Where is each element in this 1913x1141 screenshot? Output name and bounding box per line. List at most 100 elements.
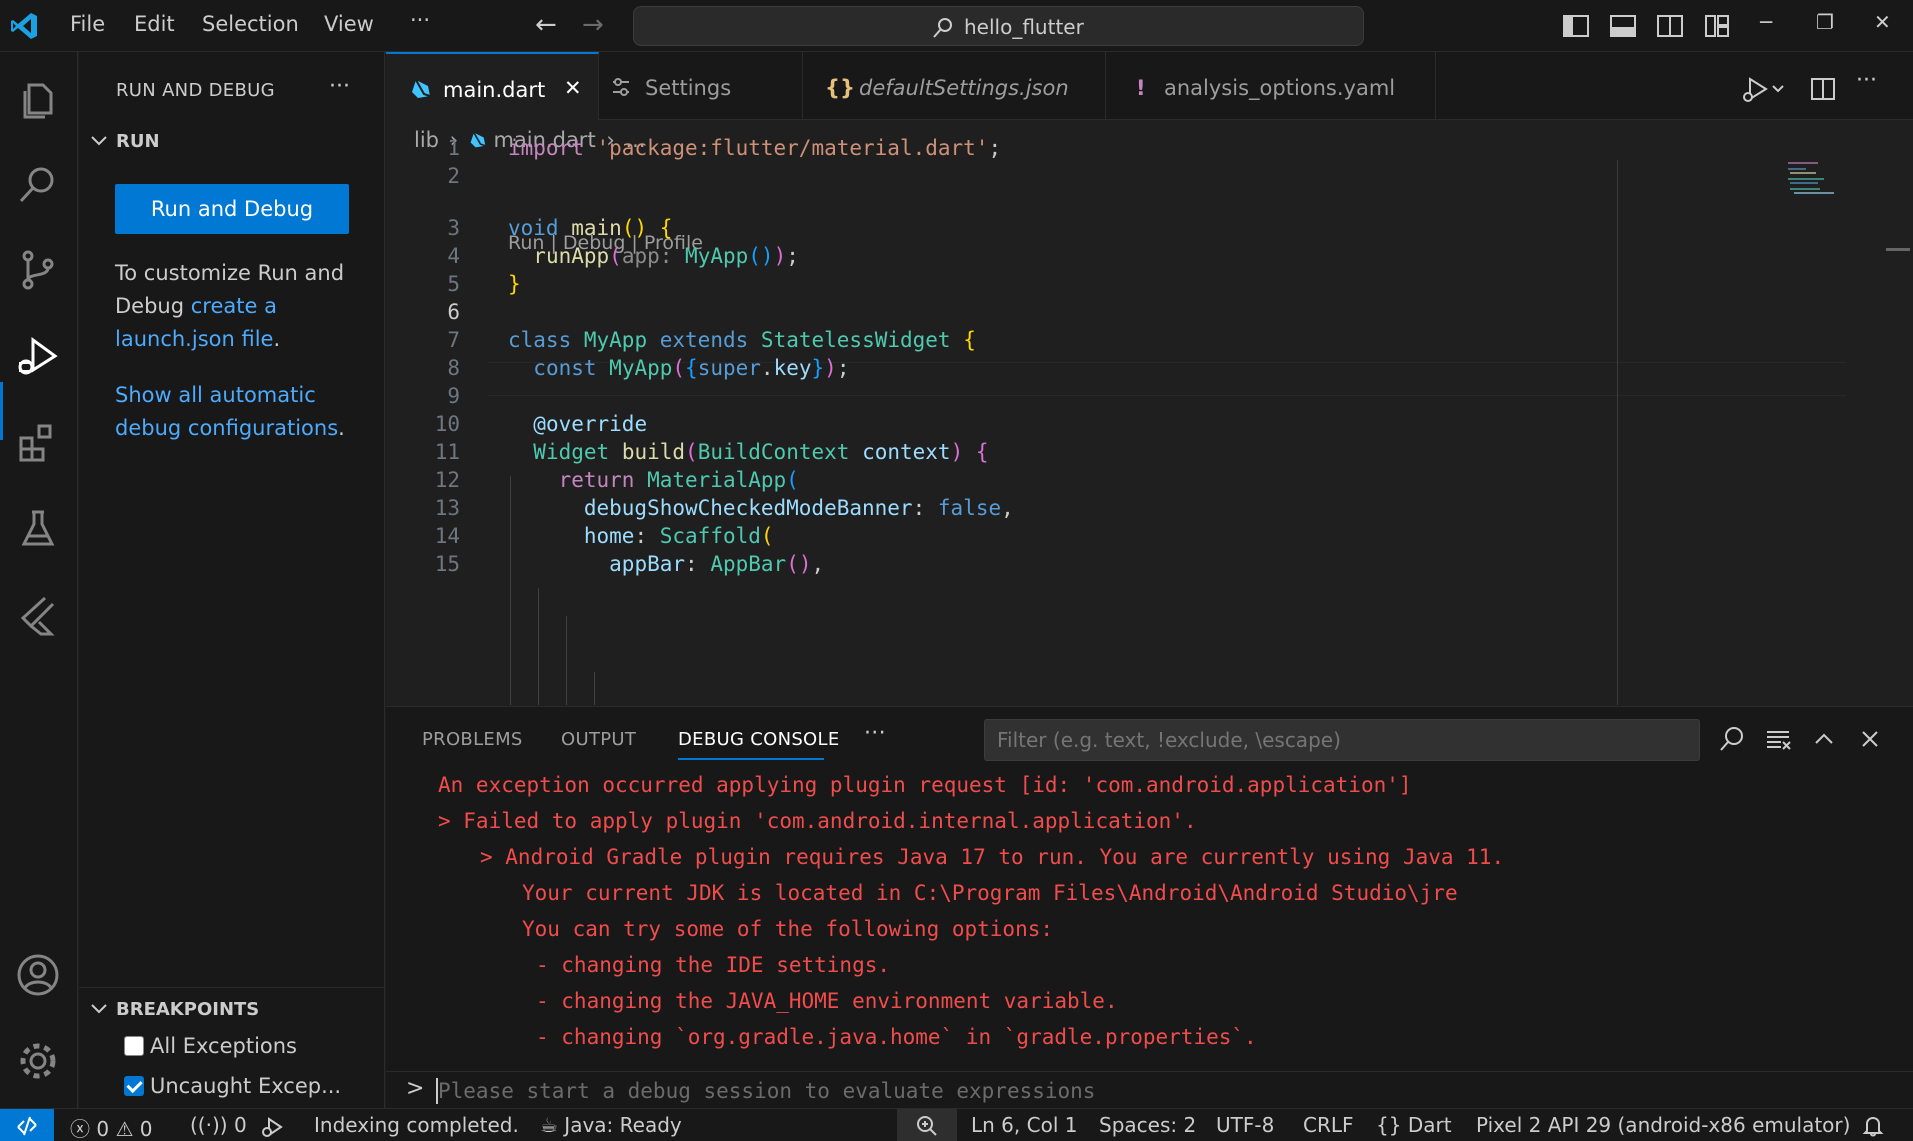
run-debug-dropdown-icon[interactable] bbox=[1740, 76, 1784, 104]
console-output-line: Your current JDK is located in C:\Progra… bbox=[522, 881, 1458, 905]
cursor-position-status[interactable]: Ln 6, Col 1 bbox=[971, 1113, 1077, 1137]
settings-gear-icon[interactable] bbox=[15, 1038, 61, 1084]
sidebar-title: RUN AND DEBUG bbox=[116, 80, 275, 101]
remote-icon bbox=[17, 1116, 37, 1136]
run-and-debug-button[interactable]: Run and Debug bbox=[115, 184, 349, 234]
remote-indicator[interactable] bbox=[0, 1109, 54, 1141]
tab-problems[interactable]: PROBLEMS bbox=[422, 729, 523, 750]
console-filter-input[interactable] bbox=[984, 719, 1700, 761]
line-number: 7 bbox=[447, 328, 460, 352]
toggle-primary-sidebar-icon[interactable] bbox=[1562, 12, 1590, 40]
maximize-panel-icon[interactable] bbox=[1810, 725, 1838, 753]
indentation-status[interactable]: Spaces: 2 bbox=[1099, 1113, 1196, 1137]
language-mode-status[interactable]: {} Dart bbox=[1376, 1113, 1452, 1137]
tab-main-dart[interactable]: main.dart ✕ bbox=[386, 52, 599, 120]
code-line-10: @override bbox=[533, 412, 648, 436]
breakpoints-section-header[interactable]: BREAKPOINTS bbox=[116, 999, 259, 1020]
line-ending-status[interactable]: CRLF bbox=[1303, 1113, 1354, 1137]
close-panel-icon[interactable] bbox=[1856, 725, 1884, 753]
bottom-panel: PROBLEMS OUTPUT DEBUG CONSOLE ··· An exc… bbox=[386, 706, 1913, 1108]
code-line-7: class MyApp extends StatelessWidget { bbox=[508, 328, 976, 352]
warning-icon: ⚠ bbox=[115, 1117, 134, 1141]
checkbox-unchecked[interactable] bbox=[124, 1036, 144, 1056]
debug-status-icon[interactable] bbox=[260, 1117, 284, 1137]
code-line-1: import 'package:flutter/material.dart'; bbox=[508, 136, 1002, 160]
breakpoint-uncaught-exceptions[interactable]: Uncaught Excep... bbox=[124, 1074, 341, 1098]
menu-file[interactable]: File bbox=[70, 12, 105, 36]
console-input-placeholder: Please start a debug session to evaluate… bbox=[438, 1079, 1096, 1103]
clear-console-icon[interactable] bbox=[1764, 725, 1792, 753]
run-and-debug-sidebar: RUN AND DEBUG ··· RUN Run and Debug To c… bbox=[79, 52, 385, 1108]
yaml-file-icon: ! bbox=[1136, 76, 1146, 100]
scrollbar-thumb[interactable] bbox=[1886, 248, 1910, 251]
device-status[interactable]: Pixel 2 API 29 (android-x86 emulator) bbox=[1476, 1113, 1850, 1137]
breakpoint-all-exceptions[interactable]: All Exceptions bbox=[124, 1034, 297, 1058]
menu-view[interactable]: View bbox=[324, 12, 374, 36]
minimap[interactable] bbox=[1786, 160, 1836, 200]
split-editor-icon[interactable] bbox=[1810, 76, 1836, 102]
run-section-header[interactable]: RUN bbox=[116, 131, 160, 152]
indent-guide bbox=[594, 672, 595, 705]
zoom-icon bbox=[917, 1116, 937, 1136]
panel-more-button[interactable]: ··· bbox=[864, 721, 886, 746]
debug-console-input[interactable]: > Please start a debug session to evalua… bbox=[386, 1071, 1913, 1109]
encoding-status[interactable]: UTF-8 bbox=[1216, 1113, 1274, 1137]
line-number: 15 bbox=[434, 552, 460, 576]
editor-more-actions-icon[interactable]: ··· bbox=[1856, 68, 1877, 93]
chevron-down-icon[interactable] bbox=[89, 998, 109, 1018]
account-icon[interactable] bbox=[15, 952, 61, 998]
menu-edit[interactable]: Edit bbox=[134, 12, 175, 36]
activity-bar bbox=[0, 52, 78, 1108]
forward-arrow-icon[interactable]: → bbox=[582, 10, 604, 40]
tab-default-settings-json[interactable]: {} defaultSettings.json bbox=[803, 52, 1106, 120]
checkbox-checked[interactable] bbox=[124, 1076, 144, 1096]
minimize-icon[interactable]: ─ bbox=[1760, 10, 1772, 34]
line-number: 3 bbox=[447, 216, 460, 240]
java-status[interactable]: ☕ Java: Ready bbox=[540, 1113, 682, 1137]
customize-text: To customize Run and Debug create a laun… bbox=[115, 261, 345, 351]
notifications-bell-icon[interactable] bbox=[1862, 1115, 1884, 1137]
line-number: 14 bbox=[434, 524, 460, 548]
menu-more[interactable]: ··· bbox=[410, 8, 430, 32]
extensions-icon[interactable] bbox=[15, 420, 61, 466]
command-center-search[interactable]: hello_flutter bbox=[633, 6, 1364, 46]
editor-ruler bbox=[1617, 160, 1618, 705]
indexing-status[interactable]: Indexing completed. bbox=[314, 1113, 519, 1137]
find-icon[interactable] bbox=[1718, 725, 1746, 753]
title-bar: File Edit Selection View ··· ← → hello_f… bbox=[0, 0, 1913, 52]
tab-debug-console[interactable]: DEBUG CONSOLE bbox=[678, 729, 840, 750]
close-window-icon[interactable]: ✕ bbox=[1874, 10, 1891, 34]
code-line-4: runApp(app: MyApp()); bbox=[533, 244, 799, 268]
close-tab-icon[interactable]: ✕ bbox=[564, 76, 582, 100]
chevron-down-icon[interactable] bbox=[89, 130, 109, 150]
line-number: 13 bbox=[434, 496, 460, 520]
toggle-panel-icon[interactable] bbox=[1609, 12, 1637, 40]
tab-settings[interactable]: Settings bbox=[599, 52, 803, 120]
toggle-secondary-sidebar-icon[interactable] bbox=[1656, 12, 1684, 40]
testing-icon[interactable] bbox=[15, 506, 61, 552]
search-icon bbox=[933, 18, 952, 38]
braces-icon: {} bbox=[1376, 1113, 1402, 1137]
active-indicator bbox=[0, 382, 3, 440]
editor-tab-bar: main.dart ✕ Settings {} defaultSettings.… bbox=[386, 52, 1913, 120]
search-icon[interactable] bbox=[15, 162, 61, 208]
problems-status[interactable]: ⓧ 0 ⚠ 0 bbox=[70, 1113, 152, 1141]
menu-selection[interactable]: Selection bbox=[202, 12, 299, 36]
show-all-configurations-link[interactable]: Show all automatic debug configurations bbox=[115, 383, 338, 440]
code-line-8: const MyApp({super.key}); bbox=[533, 356, 850, 380]
restore-icon[interactable]: ❐ bbox=[1816, 10, 1834, 34]
source-control-icon[interactable] bbox=[15, 247, 61, 293]
code-editor[interactable]: lib › main.dart › ... 1 2 3 4 5 6 7 8 9 … bbox=[386, 120, 1913, 705]
sidebar-more-button[interactable]: ··· bbox=[329, 74, 350, 99]
explorer-icon[interactable] bbox=[15, 77, 61, 123]
console-output-line: - changing the JAVA_HOME environment var… bbox=[536, 989, 1118, 1013]
dart-file-icon bbox=[470, 132, 486, 148]
run-and-debug-icon[interactable] bbox=[15, 334, 61, 380]
ports-status[interactable]: ((·)) 0 bbox=[190, 1113, 247, 1137]
tab-output[interactable]: OUTPUT bbox=[561, 729, 636, 750]
customize-layout-icon[interactable] bbox=[1703, 12, 1731, 40]
tab-analysis-options-yaml[interactable]: ! analysis_options.yaml bbox=[1106, 52, 1436, 120]
back-arrow-icon[interactable]: ← bbox=[535, 10, 557, 40]
zoom-status[interactable] bbox=[897, 1109, 957, 1141]
flutter-icon[interactable] bbox=[15, 592, 61, 638]
